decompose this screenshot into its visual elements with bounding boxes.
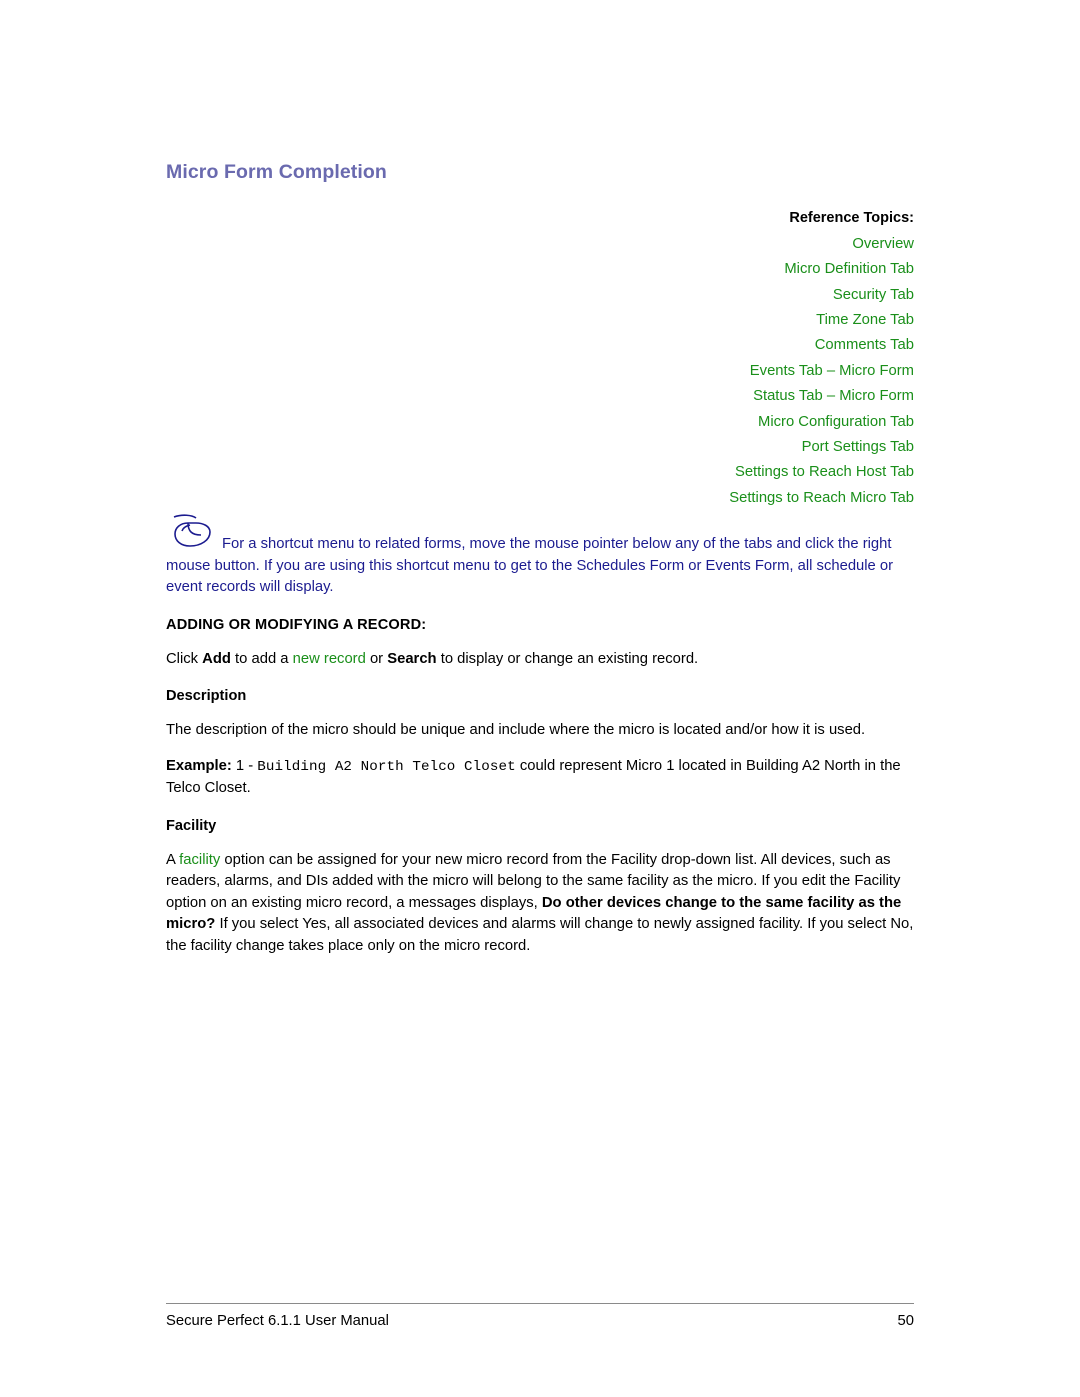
add-para-part3: or — [365, 650, 388, 667]
reference-link-port-settings-tab[interactable]: Port Settings Tab — [166, 435, 914, 460]
page-title: Micro Form Completion — [166, 161, 387, 183]
reference-link-settings-to-reach-host-tab[interactable]: Settings to Reach Host Tab — [166, 460, 914, 485]
add-para-part4: to display or change an existing record. — [436, 650, 699, 667]
reference-link-status-tab-micro-form[interactable]: Status Tab – Micro Form — [166, 384, 914, 409]
reference-link-time-zone-tab[interactable]: Time Zone Tab — [166, 308, 914, 333]
example-code-value: Building A2 North Telco Closet — [257, 758, 516, 775]
reference-link-events-tab-micro-form[interactable]: Events Tab – Micro Form — [166, 359, 914, 384]
reference-link-comments-tab[interactable]: Comments Tab — [166, 333, 914, 358]
add-search-paragraph: Click Add to add a new record or Search … — [166, 649, 914, 671]
reference-topics-block: Reference Topics: Overview Micro Definit… — [166, 206, 914, 511]
description-paragraph: The description of the micro should be u… — [166, 722, 866, 739]
facility-heading: Facility — [166, 817, 217, 834]
description-heading: Description — [166, 688, 247, 705]
footer-page-number: 50 — [897, 1313, 914, 1329]
page-footer: Secure Perfect 6.1.1 User Manual 50 — [166, 1303, 914, 1329]
facility-para-part1: A — [166, 851, 180, 868]
reference-link-settings-to-reach-micro-tab[interactable]: Settings to Reach Micro Tab — [166, 486, 914, 511]
reference-topics-heading: Reference Topics: — [789, 210, 914, 227]
add-para-part1: Click — [166, 650, 203, 667]
reference-link-overview[interactable]: Overview — [166, 232, 914, 257]
facility-link[interactable]: facility — [179, 852, 220, 868]
mouse-icon — [166, 514, 222, 550]
search-button-label: Search — [387, 650, 437, 667]
reference-link-security-tab[interactable]: Security Tab — [166, 283, 914, 308]
document-page: Micro Form Completion Reference Topics: … — [0, 0, 1080, 1397]
shortcut-note: For a shortcut menu to related forms, mo… — [166, 514, 914, 599]
example-label: Example: — [166, 757, 232, 774]
add-button-label: Add — [202, 650, 231, 667]
footer-manual-title: Secure Perfect 6.1.1 User Manual — [166, 1313, 389, 1329]
example-paragraph: Example: 1 - Building A2 North Telco Clo… — [166, 756, 914, 800]
footer-row: Secure Perfect 6.1.1 User Manual 50 — [166, 1313, 914, 1329]
example-prefix: 1 - — [231, 757, 258, 774]
adding-or-modifying-heading: ADDING OR MODIFYING A RECORD: — [166, 616, 427, 633]
new-record-link[interactable]: new record — [293, 651, 366, 667]
page-content: Micro Form Completion Reference Topics: … — [166, 0, 914, 957]
reference-link-micro-configuration-tab[interactable]: Micro Configuration Tab — [166, 410, 914, 435]
footer-divider — [166, 1303, 914, 1304]
reference-link-micro-definition-tab[interactable]: Micro Definition Tab — [166, 257, 914, 282]
add-para-part2: to add a — [230, 650, 293, 667]
shortcut-note-text: For a shortcut menu to related forms, mo… — [166, 536, 894, 596]
facility-paragraph: A facility option can be assigned for yo… — [166, 850, 914, 958]
facility-para-part3: If you select Yes, all associated device… — [166, 916, 914, 954]
